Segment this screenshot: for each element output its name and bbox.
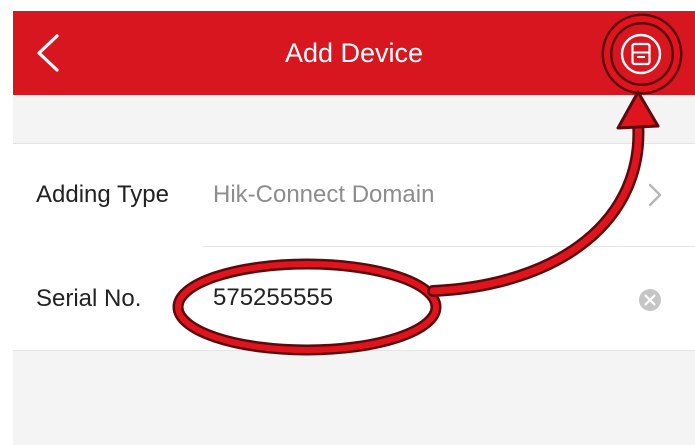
chevron-right-icon	[648, 183, 662, 207]
save-icon	[620, 33, 662, 75]
adding-type-value: Hik-Connect Domain	[213, 181, 435, 208]
adding-type-label: Adding Type	[36, 181, 169, 208]
app-header: Add Device	[13, 11, 695, 95]
row-divider	[203, 246, 695, 247]
clear-icon	[639, 289, 661, 311]
clear-button[interactable]	[638, 288, 662, 312]
adding-type-row[interactable]: Adding Type Hik-Connect Domain	[13, 144, 695, 245]
device-form: Adding Type Hik-Connect Domain Serial No…	[13, 143, 695, 351]
app-screen: Add Device Adding Type Hik-Connect Domai…	[13, 11, 695, 445]
page-title: Add Device	[284, 38, 424, 68]
serial-no-label: Serial No.	[36, 285, 142, 312]
serial-no-input[interactable]	[211, 280, 615, 316]
serial-no-row: Serial No.	[13, 248, 695, 349]
save-button[interactable]	[614, 27, 668, 81]
